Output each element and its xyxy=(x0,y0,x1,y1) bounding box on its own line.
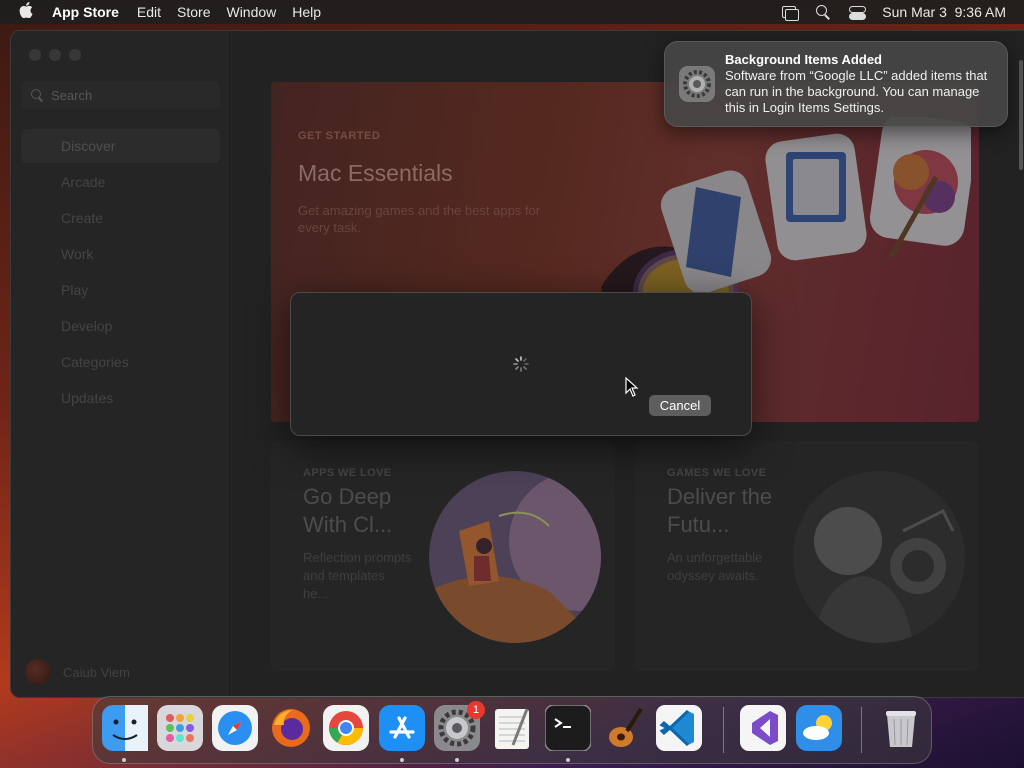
notification-title: Background Items Added xyxy=(725,52,882,67)
progress-sheet: Cancel xyxy=(290,292,752,436)
loading-spinner-icon xyxy=(513,356,529,372)
menu-help[interactable]: Help xyxy=(284,4,329,20)
garageband-icon[interactable] xyxy=(601,705,647,751)
safari-icon[interactable] xyxy=(212,705,258,751)
running-indicator xyxy=(122,758,126,762)
launchpad-icon[interactable] xyxy=(157,705,203,751)
dock-separator xyxy=(861,707,862,753)
running-indicator xyxy=(455,758,459,762)
weather-icon[interactable] xyxy=(796,705,842,751)
mouse-cursor-icon xyxy=(625,377,639,397)
textedit-icon[interactable] xyxy=(489,705,535,751)
notification-body: Software from “Google LLC” added items t… xyxy=(725,68,988,115)
notification-badge: 1 xyxy=(467,701,485,719)
clock[interactable]: Sun Mar 3 9:36 AM xyxy=(882,4,1006,20)
menu-bar: App Store Edit Store Window Help Sun Mar… xyxy=(0,0,1024,24)
spotlight-search-icon[interactable] xyxy=(814,5,832,19)
vscode-icon[interactable] xyxy=(656,705,702,751)
app-store-icon[interactable] xyxy=(379,705,425,751)
terminal-icon[interactable] xyxy=(544,704,592,752)
system-settings-gear-icon xyxy=(679,66,715,102)
menu-store[interactable]: Store xyxy=(169,4,218,20)
finder-icon[interactable] xyxy=(102,705,148,751)
scrollbar[interactable] xyxy=(1019,60,1023,170)
running-indicator xyxy=(400,758,404,762)
apple-logo-icon[interactable] xyxy=(0,1,52,23)
dock-separator xyxy=(723,707,724,753)
control-center-icon[interactable] xyxy=(848,5,867,20)
menu-window[interactable]: Window xyxy=(218,4,284,20)
chrome-icon[interactable] xyxy=(323,705,369,751)
visual-studio-icon[interactable] xyxy=(740,705,786,751)
notification-banner[interactable]: Background Items Added Software from “Go… xyxy=(664,41,1008,127)
screen-mirroring-icon[interactable] xyxy=(780,5,800,21)
dock: 1 xyxy=(92,696,932,764)
trash-icon[interactable] xyxy=(878,705,924,751)
cancel-button[interactable]: Cancel xyxy=(649,395,711,416)
running-indicator xyxy=(566,758,570,762)
menu-edit[interactable]: Edit xyxy=(129,4,169,20)
menu-app-name[interactable]: App Store xyxy=(52,4,129,20)
firefox-icon[interactable] xyxy=(268,705,314,751)
